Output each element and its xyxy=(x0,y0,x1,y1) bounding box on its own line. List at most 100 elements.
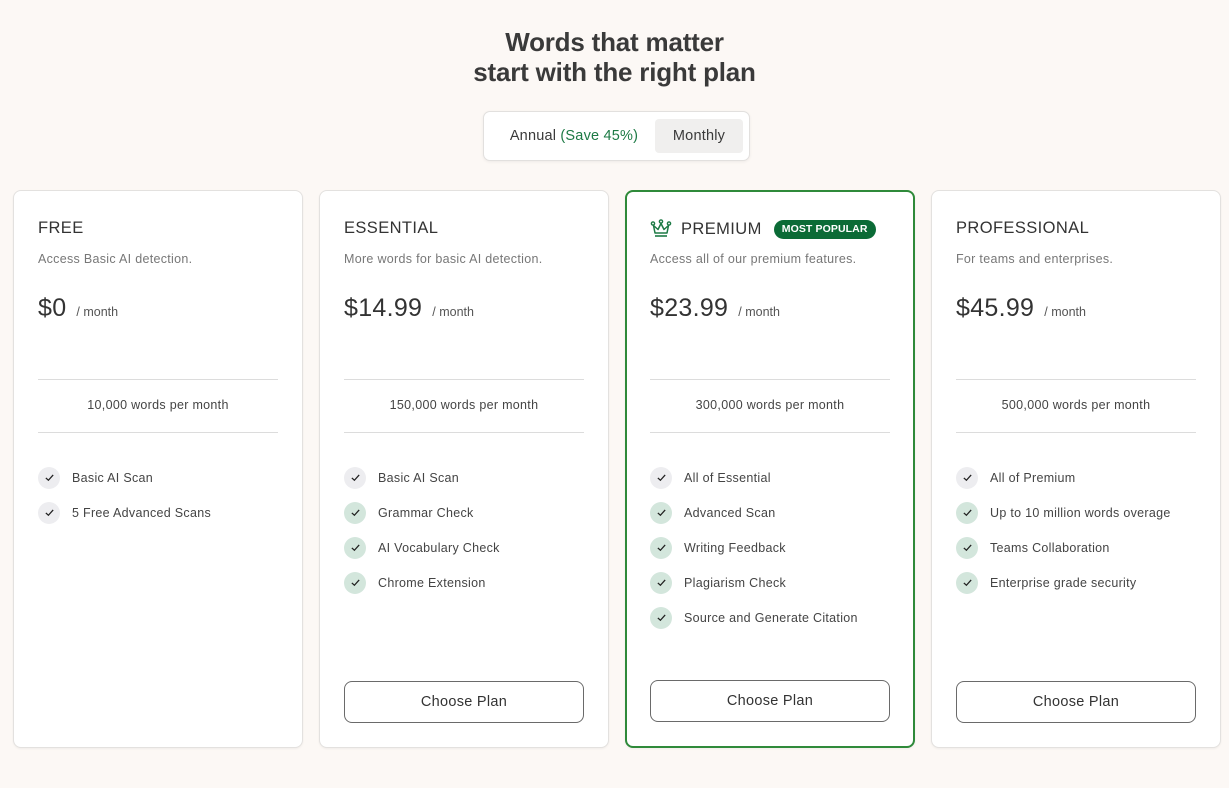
check-icon xyxy=(38,466,60,489)
billing-period-toggle: Annual (Save 45%) Monthly xyxy=(483,111,750,161)
feature-label: Enterprise grade security xyxy=(990,575,1137,590)
headline-line-2: start with the right plan xyxy=(473,57,756,87)
feature-label: All of Premium xyxy=(990,470,1076,485)
feature-item: Basic AI Scan xyxy=(344,460,500,495)
feature-item: 5 Free Advanced Scans xyxy=(38,495,211,530)
check-icon xyxy=(956,571,978,594)
choose-plan-button-professional[interactable]: Choose Plan xyxy=(956,681,1196,723)
feature-item: All of Premium xyxy=(956,460,1171,495)
check-icon xyxy=(344,466,366,489)
feature-list: Basic AI Scan 5 Free Advanced Scans xyxy=(38,460,211,530)
word-allowance: 500,000 words per month xyxy=(1001,398,1151,412)
feature-item: Chrome Extension xyxy=(344,565,500,600)
plan-name: PREMIUM MOST POPULAR xyxy=(650,219,876,239)
most-popular-badge: MOST POPULAR xyxy=(773,219,876,239)
word-allowance: 150,000 words per month xyxy=(389,398,539,412)
feature-item: Basic AI Scan xyxy=(38,460,211,495)
feature-label: Advanced Scan xyxy=(684,505,776,520)
feature-item: Advanced Scan xyxy=(650,495,858,530)
plan-card-premium: PREMIUM MOST POPULAR Access all of our p… xyxy=(625,190,915,748)
check-icon xyxy=(344,571,366,594)
word-allowance: 300,000 words per month xyxy=(695,398,845,412)
feature-item: Up to 10 million words overage xyxy=(956,495,1171,530)
price-period: / month xyxy=(76,305,119,319)
check-icon xyxy=(956,466,978,489)
price-row: $0 / month xyxy=(38,294,118,323)
check-icon xyxy=(956,501,978,524)
plan-name: ESSENTIAL xyxy=(344,219,438,238)
page-headline: Words that matter start with the right p… xyxy=(0,27,1229,87)
feature-label: Chrome Extension xyxy=(378,575,486,590)
feature-label: Basic AI Scan xyxy=(378,470,460,485)
feature-label: Up to 10 million words overage xyxy=(990,505,1171,520)
headline-line-1: Words that matter xyxy=(505,27,724,57)
plan-description: Access Basic AI detection. xyxy=(38,252,193,266)
feature-label: All of Essential xyxy=(684,470,771,485)
divider xyxy=(650,432,890,433)
price-period: / month xyxy=(432,305,474,319)
annual-label: Annual xyxy=(509,128,557,144)
plan-description: More words for basic AI detection. xyxy=(344,252,543,266)
divider xyxy=(956,379,1196,380)
divider xyxy=(38,379,278,380)
plan-name: PROFESSIONAL xyxy=(956,219,1089,238)
plan-price: $23.99 xyxy=(650,294,729,322)
plan-name: FREE xyxy=(38,219,84,238)
feature-label: Basic AI Scan xyxy=(72,470,154,485)
feature-list: Basic AI Scan Grammar Check AI Vocabular… xyxy=(344,460,500,600)
plan-card-essential: ESSENTIAL More words for basic AI detect… xyxy=(319,190,609,748)
check-icon xyxy=(650,571,672,594)
feature-label: Source and Generate Citation xyxy=(684,610,858,625)
feature-item: Writing Feedback xyxy=(650,530,858,565)
plan-name-text: PROFESSIONAL xyxy=(956,219,1090,237)
feature-list: All of Essential Advanced Scan Writing F… xyxy=(650,460,858,635)
plan-name-text: ESSENTIAL xyxy=(344,219,439,237)
check-icon xyxy=(650,606,672,629)
price-period: / month xyxy=(738,305,780,319)
plan-price: $45.99 xyxy=(956,294,1035,322)
feature-label: 5 Free Advanced Scans xyxy=(72,505,212,520)
annual-savings-label: (Save 45%) xyxy=(560,128,639,144)
feature-item: All of Essential xyxy=(650,460,858,495)
feature-item: AI Vocabulary Check xyxy=(344,530,500,565)
check-icon xyxy=(650,466,672,489)
feature-list: All of Premium Up to 10 million words ov… xyxy=(956,460,1171,600)
word-allowance: 10,000 words per month xyxy=(87,398,229,412)
plan-description: Access all of our premium features. xyxy=(650,252,857,266)
annual-billing-option[interactable]: Annual (Save 45%) xyxy=(494,119,654,153)
choose-plan-button-premium[interactable]: Choose Plan xyxy=(650,680,890,722)
plan-price: $14.99 xyxy=(344,294,423,322)
check-icon xyxy=(344,536,366,559)
crown-icon xyxy=(650,219,672,237)
divider xyxy=(956,432,1196,433)
feature-item: Source and Generate Citation xyxy=(650,600,858,635)
feature-label: AI Vocabulary Check xyxy=(378,540,500,555)
check-icon xyxy=(956,536,978,559)
divider xyxy=(344,432,584,433)
feature-label: Plagiarism Check xyxy=(684,575,787,590)
check-icon xyxy=(38,501,60,524)
plan-card-professional: PROFESSIONAL For teams and enterprises. … xyxy=(931,190,1221,748)
plan-name-text: FREE xyxy=(38,219,84,237)
price-period: / month xyxy=(1044,305,1086,319)
divider xyxy=(38,432,278,433)
monthly-billing-option[interactable]: Monthly xyxy=(655,119,743,153)
feature-item: Enterprise grade security xyxy=(956,565,1171,600)
plan-name-text: PREMIUM xyxy=(681,219,762,238)
check-icon xyxy=(650,501,672,524)
plan-description: For teams and enterprises. xyxy=(956,252,1114,266)
divider xyxy=(650,379,890,380)
feature-item: Teams Collaboration xyxy=(956,530,1171,565)
check-icon xyxy=(344,501,366,524)
choose-plan-button-essential[interactable]: Choose Plan xyxy=(344,681,584,723)
feature-item: Plagiarism Check xyxy=(650,565,858,600)
plan-price: $0 xyxy=(38,294,67,322)
price-row: $23.99 / month xyxy=(650,294,780,323)
price-row: $45.99 / month xyxy=(956,294,1086,323)
plan-card-free: FREE Access Basic AI detection. $0 / mon… xyxy=(13,190,303,748)
feature-label: Writing Feedback xyxy=(684,540,786,555)
divider xyxy=(344,379,584,380)
feature-item: Grammar Check xyxy=(344,495,500,530)
feature-label: Grammar Check xyxy=(378,505,474,520)
price-row: $14.99 / month xyxy=(344,294,474,323)
